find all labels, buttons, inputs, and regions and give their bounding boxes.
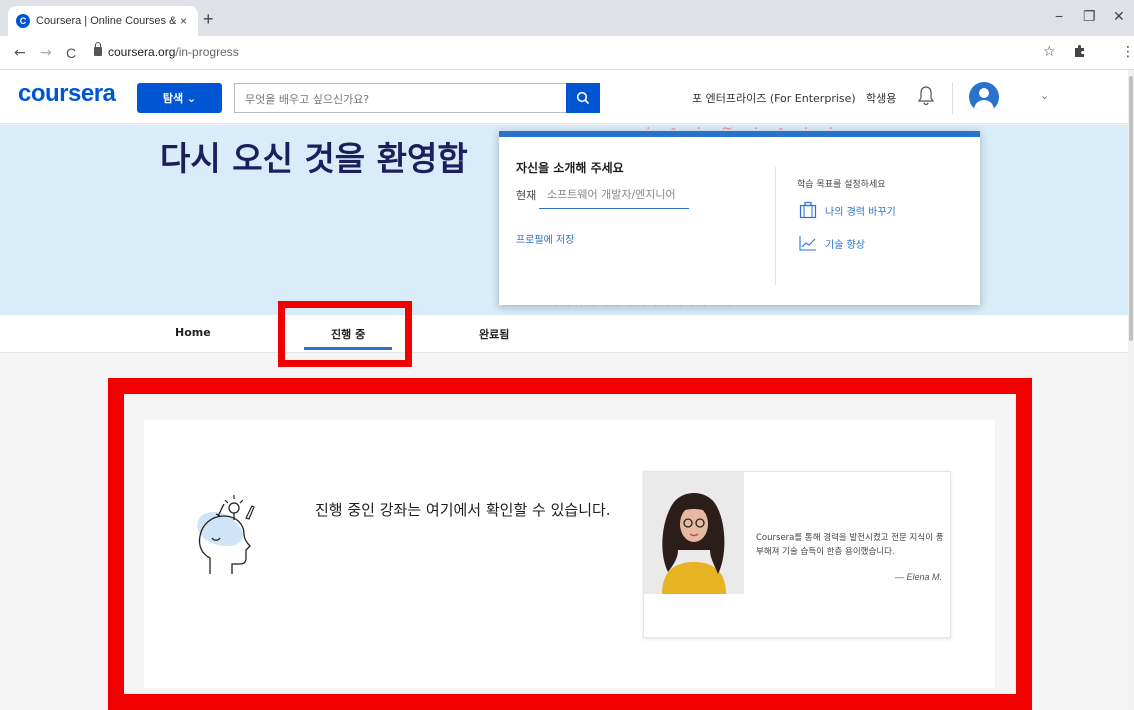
goal-option-change-career[interactable]: 나의 경력 바꾸기 [799, 201, 896, 219]
browser-menu-icon[interactable]: ⋮ [1121, 44, 1134, 60]
coursera-favicon-icon: C [16, 14, 30, 28]
chevron-down-icon[interactable]: ⌄ [1040, 89, 1049, 102]
extensions-puzzle-icon[interactable] [1073, 44, 1086, 61]
profile-popover: 자신을 소개해 주세요 현재 소프트웨어 개발자/엔지니어 프로필에 저장 학습… [499, 131, 980, 305]
goal-option-label: 기술 향상 [825, 239, 865, 251]
forward-icon[interactable]: → [40, 45, 52, 61]
back-icon[interactable]: ← [14, 45, 26, 61]
goal-option-label: 나의 경력 바꾸기 [825, 206, 896, 218]
page-tabs: Home 진행 중 완료됨 [0, 315, 1128, 353]
enterprise-link[interactable]: 포 엔터프라이즈 (For Enterprise) [692, 90, 856, 106]
avatar[interactable] [969, 82, 999, 112]
goal-option-improve-skills[interactable]: 기술 향상 [799, 235, 865, 251]
coursera-logo[interactable]: coursera [18, 80, 116, 108]
briefcase-icon [799, 201, 817, 219]
minimize-icon[interactable]: − [1055, 8, 1063, 24]
reload-icon[interactable]: C [66, 45, 76, 61]
browser-tab-bar: C Coursera | Online Courses & Cr × + − ❐… [0, 0, 1134, 36]
site-header: coursera 탐색 ⌄ 무엇을 배우고 싶으신가요? 포 엔터프라이즈 (F… [0, 70, 1134, 124]
current-role-label: 현재 [516, 189, 537, 202]
scrollbar-thumb[interactable] [1129, 76, 1133, 341]
window-close-icon[interactable]: ✕ [1113, 8, 1125, 25]
search-input[interactable]: 무엇을 배우고 싶으신가요? [234, 83, 566, 113]
current-role-field[interactable]: 소프트웨어 개발자/엔지니어 [539, 186, 689, 209]
tab-home[interactable]: Home [175, 326, 211, 339]
highlight-box-tab [278, 301, 412, 367]
goal-heading: 학습 목표를 설정하세요 [797, 180, 886, 190]
save-to-profile-link[interactable]: 프로필에 저장 [516, 231, 574, 246]
bookmark-star-icon[interactable]: ☆ [1043, 44, 1056, 60]
bell-icon[interactable] [917, 85, 935, 111]
search-button[interactable] [566, 83, 600, 113]
url-field[interactable]: coursera.org/in-progress [108, 45, 239, 59]
url-path: /in-progress [175, 45, 239, 59]
tab-close-icon[interactable]: × [180, 14, 187, 28]
highlight-box-main [108, 378, 1032, 710]
welcome-heading: 다시 오신 것을 환영합 [160, 139, 468, 178]
search-icon [576, 91, 590, 105]
url-host: coursera.org [108, 45, 176, 59]
address-bar: ← → C coursera.org/in-progress ☆ ⋮ [0, 36, 1134, 70]
student-link[interactable]: 학생용 [866, 90, 896, 106]
lock-icon [94, 42, 102, 56]
browser-tab[interactable]: C Coursera | Online Courses & Cr × [8, 6, 198, 36]
maximize-icon[interactable]: ❐ [1083, 8, 1096, 25]
new-tab-icon[interactable]: + [203, 9, 214, 30]
trend-line-icon [799, 236, 816, 251]
tab-title: Coursera | Online Courses & Cr [36, 15, 176, 27]
explore-button[interactable]: 탐색 ⌄ [137, 83, 222, 113]
tab-completed[interactable]: 완료됨 [479, 326, 509, 342]
popover-divider [775, 167, 776, 285]
popover-title: 자신을 소개해 주세요 [516, 161, 624, 175]
header-divider [952, 82, 953, 114]
